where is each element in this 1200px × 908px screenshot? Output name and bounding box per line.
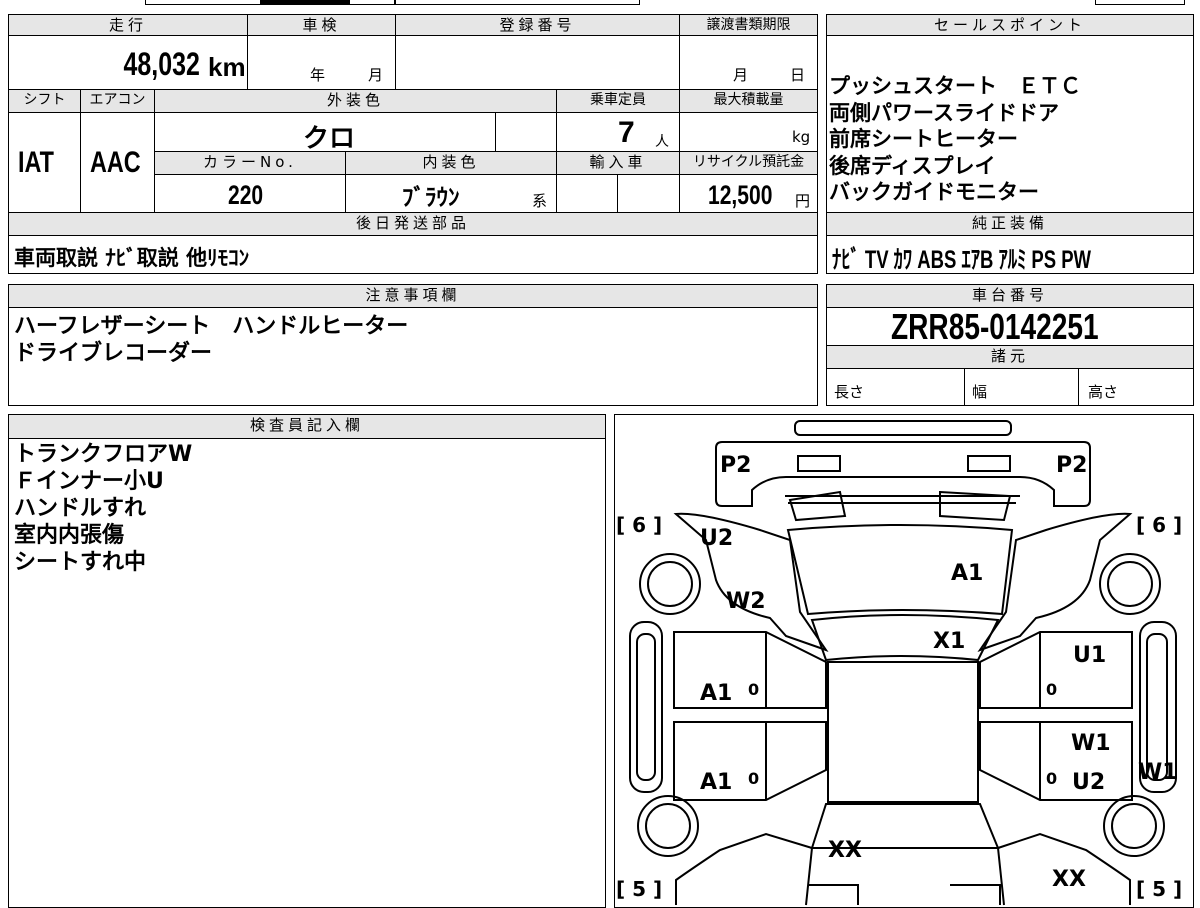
ac-value: AAC (90, 146, 141, 179)
color-no-value: 220 (228, 180, 264, 210)
notes-value: ハーフレザーシート ハンドルヒーター ドライブレコーダー (14, 314, 409, 366)
import-cell-2 (617, 174, 680, 213)
specs-header: 諸元 (826, 345, 1194, 369)
spec-length-label: 長さ (834, 383, 865, 401)
sales-points-header: セールスポイント (826, 14, 1194, 36)
grille-lines (785, 495, 1020, 504)
interior-color-suffix: 系 (532, 192, 548, 210)
car-diagram: P2 P2 [ 6 ] [ 6 ] U2 W2 A1 X1 U1 A1 0 0 … (616, 420, 1182, 906)
windshield-outline (810, 614, 1000, 662)
mark-a1-front-door: A1 (700, 681, 732, 706)
roof-outline (827, 661, 979, 803)
transfer-day: 日 (790, 66, 806, 84)
mark-zero-3: 0 (748, 769, 759, 788)
wheel-front-right-inner (1107, 561, 1153, 607)
spec-width-label: 幅 (972, 383, 988, 401)
mark-a1-rear-door: A1 (700, 770, 732, 795)
rear-bumper-outline (808, 884, 1001, 905)
mark-panel-5-left: [ 5 ] (616, 877, 662, 901)
spec-height-label: 高さ (1088, 383, 1119, 401)
mark-a1-hood: A1 (951, 561, 983, 586)
notes-header: 注意事項欄 (8, 284, 818, 308)
genuine-equipment-value: ﾅﾋﾞ TV ｶﾜ ABS ｴｱB ｱﾙﾐ PS PW (832, 246, 1092, 274)
sill-right-inner (1146, 633, 1168, 781)
shaken-month: 月 (368, 66, 384, 84)
mark-x1: X1 (933, 629, 965, 654)
mark-panel-6-left: [ 6 ] (616, 513, 662, 537)
mileage-value: 48,032 (123, 46, 200, 82)
mark-xx-quarter: XX (1052, 867, 1086, 892)
max-load-header: 最大積載量 (679, 89, 818, 113)
wheel-rear-left-inner (645, 803, 691, 849)
later-parts-header: 後日発送部品 (8, 212, 818, 236)
inspector-notes-header: 検査員記入欄 (8, 414, 606, 439)
rear-door-left-outline (673, 721, 827, 801)
wheel-rear-right-inner (1111, 803, 1157, 849)
exterior-color-sub-cell (495, 112, 557, 152)
shift-header: シフト (8, 89, 81, 113)
mark-w2: W2 (726, 589, 766, 614)
import-cell-1 (556, 174, 618, 213)
transfer-month: 月 (733, 66, 749, 84)
wheel-front-left-inner (647, 561, 693, 607)
ac-header: エアコン (80, 89, 155, 113)
interior-color-header: 内装色 (345, 151, 557, 175)
mark-panel-6-right: [ 6 ] (1136, 513, 1182, 537)
mark-panel-5-right: [ 5 ] (1136, 877, 1182, 901)
mark-xx-rear: XX (828, 838, 862, 863)
chassis-number-header: 車台番号 (826, 284, 1194, 308)
recycle-deposit-value: 12,500 (708, 180, 773, 210)
rear-quarter-left-outline (675, 832, 814, 906)
top-sliver (0, 0, 1200, 8)
later-parts-value: 車両取説 ﾅﾋﾞ取説 他ﾘﾓｺﾝ (14, 246, 250, 270)
registration-cell (395, 35, 680, 90)
car-diagram-panel: P2 P2 [ 6 ] [ 6 ] U2 W2 A1 X1 U1 A1 0 0 … (614, 414, 1194, 908)
mileage-header: 走行 (8, 14, 248, 36)
inspector-notes-value: トランクフロアW Ｆインナー小U ハンドルすれ 室内内張傷 シートすれ中 (14, 442, 193, 575)
chassis-number-value: ZRR85-0142251 (891, 306, 1099, 347)
recycle-deposit-unit: 円 (795, 192, 811, 210)
capacity-header: 乗車定員 (556, 89, 680, 113)
headlight-left-outline (797, 455, 841, 472)
mileage-unit: km (208, 52, 246, 82)
mark-zero-2: 0 (1046, 680, 1057, 699)
sill-left-inner (636, 633, 656, 781)
shaken-header: 車検 (247, 14, 396, 36)
color-no-header: カラーNo. (154, 151, 346, 175)
mark-p2-right: P2 (1056, 453, 1087, 478)
registration-header: 登録番号 (395, 14, 680, 36)
genuine-equipment-header: 純正装備 (826, 212, 1194, 236)
mark-w1-rear-door: W1 (1071, 731, 1111, 756)
mark-u2-front-left: U2 (700, 526, 733, 551)
headlight-right-outline (967, 455, 1011, 472)
front-bumper-outline (794, 420, 1012, 436)
recycle-deposit-header: リサイクル預託金 (679, 151, 818, 175)
mark-p2-left: P2 (720, 453, 751, 478)
shaken-year: 年 (310, 66, 326, 84)
transfer-deadline-header: 譲渡書類期限 (679, 14, 818, 36)
exterior-color-header: 外装色 (154, 89, 557, 113)
shift-value: IAT (18, 146, 54, 179)
capacity-value: 7 (618, 116, 635, 149)
sales-points-value: プッシュスタート ＥＴＣ 両側パワースライドドア 前席シートヒーター 後席ディス… (829, 74, 1081, 204)
mark-zero-4: 0 (1046, 769, 1057, 788)
mark-w1-sill: W1 (1138, 760, 1178, 785)
exterior-color-value: クロ (303, 123, 356, 153)
mark-u1: U1 (1073, 643, 1106, 668)
fender-left-outline (673, 512, 829, 652)
interior-color-value: ﾌﾞﾗｳﾝ (402, 184, 460, 210)
max-load-unit: kg (792, 128, 811, 146)
capacity-unit: 人 (655, 134, 669, 150)
mark-zero-1: 0 (748, 680, 759, 699)
mark-u2-rear-door: U2 (1072, 770, 1105, 795)
sill-left-outer (629, 621, 663, 793)
import-header: 輸入車 (556, 151, 680, 175)
